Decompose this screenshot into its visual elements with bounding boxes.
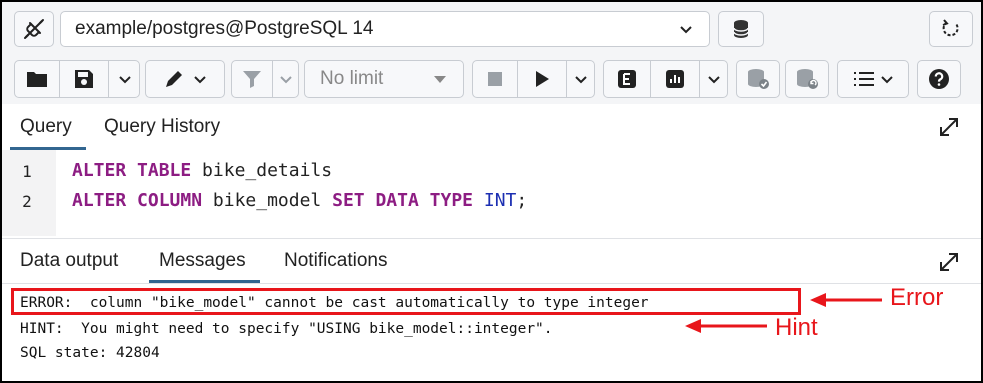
explain-button[interactable]: [604, 61, 650, 97]
filter-options-dropdown[interactable]: [273, 61, 299, 97]
tab-notifications-label: Notifications: [284, 250, 388, 271]
explain-analyze-button[interactable]: [651, 61, 699, 97]
expand-icon[interactable]: [938, 251, 960, 273]
sql-text: bike_details: [191, 160, 333, 181]
line-number: 2: [22, 192, 32, 211]
bar-chart-icon: [666, 70, 684, 88]
connection-select[interactable]: example/postgres@PostgreSQL 14: [60, 11, 710, 47]
chevron-down-icon: [118, 76, 131, 84]
expand-icon[interactable]: [938, 116, 960, 138]
save-file-button[interactable]: [60, 61, 108, 97]
stop-button[interactable]: [473, 61, 517, 97]
folder-icon: [27, 72, 47, 87]
filter-button[interactable]: [232, 61, 272, 97]
query-tool-window: example/postgres@PostgreSQL 14 No limit …: [0, 0, 983, 383]
edit-menu-button[interactable]: [145, 60, 225, 98]
execute-button-group: [472, 60, 595, 98]
help-button[interactable]: [917, 60, 961, 98]
save-options-dropdown[interactable]: [109, 61, 140, 97]
sql-text: ;: [516, 190, 528, 211]
sql-editor[interactable]: 1 2 ALTER TABLE bike_details ALTER COLUM…: [2, 150, 981, 236]
commit-button[interactable]: [736, 60, 780, 98]
explain-icon: [618, 70, 636, 88]
error-annotation-label: Error: [890, 284, 944, 311]
chevron-down-icon: [708, 76, 720, 84]
connection-label: example/postgres@PostgreSQL 14: [75, 18, 374, 39]
code-line: ALTER COLUMN bike_model SET DATA TYPE IN…: [72, 190, 527, 211]
filter-icon: [243, 71, 261, 88]
query-toolbar: No limit: [2, 52, 981, 104]
filter-button-group: [231, 60, 299, 98]
file-button-group: [14, 60, 140, 98]
tab-notifications[interactable]: Notifications: [284, 239, 388, 283]
explain-options-dropdown[interactable]: [700, 61, 728, 97]
stop-icon: [488, 72, 502, 86]
connection-bar: example/postgres@PostgreSQL 14: [2, 2, 981, 52]
save-icon: [75, 70, 93, 88]
tab-messages-label: Messages: [159, 250, 246, 271]
sql-keyword: SET: [332, 190, 365, 211]
explain-button-group: [603, 60, 728, 98]
sql-keyword: DATA: [375, 190, 419, 211]
pen-icon: [166, 71, 182, 87]
chevron-down-icon: [881, 76, 893, 84]
sql-keyword: ALTER: [72, 160, 127, 181]
sql-keyword: TYPE: [429, 190, 474, 211]
new-connection-button[interactable]: [718, 11, 764, 47]
sql-keyword: TABLE: [137, 160, 192, 181]
list-icon: [854, 72, 874, 86]
row-limit-value: No limit: [320, 68, 384, 89]
chevron-down-icon: [194, 76, 206, 84]
tab-query-history[interactable]: Query History: [104, 104, 220, 150]
execute-button[interactable]: [518, 61, 566, 97]
rollback-button[interactable]: [785, 60, 829, 98]
chevron-down-icon: [280, 76, 292, 84]
sql-state-message: SQL state: 42804: [20, 345, 160, 361]
tab-messages[interactable]: Messages: [149, 239, 260, 283]
rotate-icon: [942, 19, 959, 37]
output-tab-bar: Data output Messages Notifications: [2, 238, 981, 284]
line-number: 1: [22, 162, 32, 181]
row-limit-select[interactable]: No limit: [304, 60, 464, 98]
open-file-button[interactable]: [15, 61, 59, 97]
chevron-down-icon: [680, 26, 692, 34]
caret-down-icon: [434, 76, 446, 83]
chevron-down-icon: [575, 76, 587, 84]
disconnected-plug-icon: [24, 19, 44, 39]
sql-keyword: COLUMN: [137, 190, 203, 211]
help-icon: [929, 69, 949, 89]
hint-message: HINT: You might need to specify "USING b…: [20, 321, 553, 337]
sql-keyword: ALTER: [72, 190, 127, 211]
database-icon: [733, 20, 749, 38]
tab-data-output-label: Data output: [20, 250, 119, 271]
connection-status-button[interactable]: [14, 11, 54, 47]
database-check-icon: [748, 69, 769, 89]
hint-annotation-label: Hint: [775, 314, 818, 341]
code-line: ALTER TABLE bike_details: [72, 160, 332, 181]
refresh-button[interactable]: [929, 11, 973, 47]
database-undo-icon: [797, 69, 818, 89]
tab-query-label: Query: [20, 116, 72, 137]
play-icon: [536, 71, 549, 87]
sql-text: bike_model: [202, 190, 333, 211]
execute-options-dropdown[interactable]: [567, 61, 595, 97]
tab-query-history-label: Query History: [104, 116, 221, 137]
tab-query[interactable]: Query: [10, 104, 86, 150]
sql-type: INT: [483, 190, 517, 211]
error-highlight-box: [11, 288, 801, 315]
editor-tab-bar: Query Query History: [2, 104, 981, 151]
tab-data-output[interactable]: Data output: [20, 239, 118, 283]
macros-button[interactable]: [837, 60, 909, 98]
